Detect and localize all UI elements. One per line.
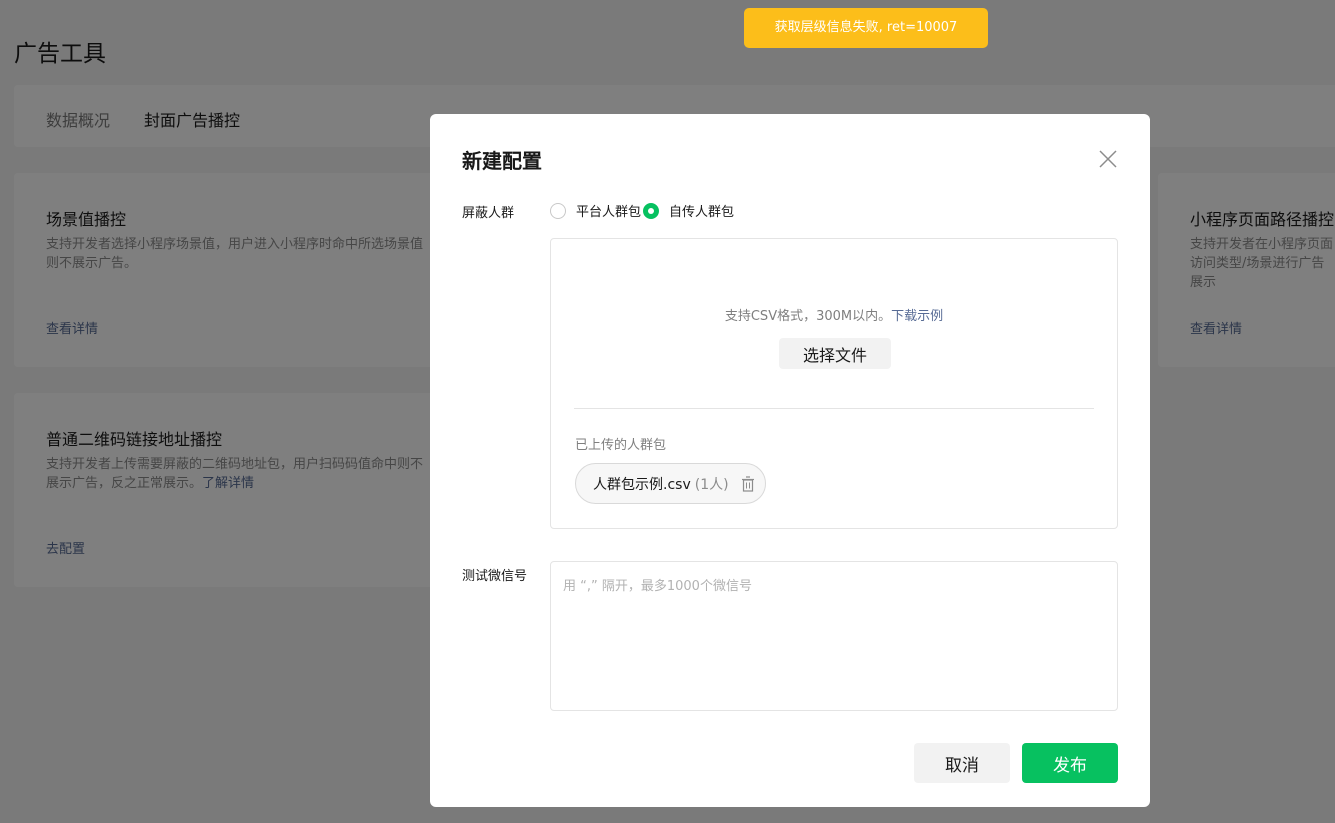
close-icon xyxy=(1099,150,1117,168)
crowd-radio-group: 平台人群包 自传人群包 xyxy=(550,201,734,220)
dialog-title: 新建配置 xyxy=(462,149,542,173)
upload-hint: 支持CSV格式，300M以内。下载示例 xyxy=(551,305,1117,324)
radio-circle[interactable] xyxy=(643,202,660,219)
upload-box: 支持CSV格式，300M以内。下载示例 选择文件 已上传的人群包 人群包示例.c… xyxy=(550,238,1118,529)
error-toast: 获取层级信息失败, ret=10007 xyxy=(744,8,988,48)
cancel-button[interactable]: 取消 xyxy=(914,743,1010,783)
test-wechat-label: 测试微信号 xyxy=(462,569,528,584)
radio-label: 平台人群包 xyxy=(576,205,642,220)
upload-hint-text: 支持CSV格式，300M以内。 xyxy=(724,309,892,324)
radio-platform-crowd[interactable]: 平台人群包 xyxy=(550,201,641,220)
choose-file-button[interactable]: 选择文件 xyxy=(779,338,891,369)
radio-custom-crowd[interactable]: 自传人群包 xyxy=(643,201,734,220)
divider xyxy=(574,408,1094,409)
close-button[interactable] xyxy=(1096,147,1120,171)
publish-button[interactable]: 发布 xyxy=(1022,743,1118,783)
uploaded-label: 已上传的人群包 xyxy=(575,438,667,453)
radio-circle[interactable] xyxy=(550,202,566,219)
file-count: (1人) xyxy=(694,476,729,493)
uploaded-file-chip: 人群包示例.csv (1人) xyxy=(575,463,766,504)
download-example-link[interactable]: 下载示例 xyxy=(891,309,943,324)
new-config-dialog: 新建配置 屏蔽人群 平台人群包 自传人群包 支持CSV格式，300M以内。下载示… xyxy=(430,114,1150,807)
radio-label: 自传人群包 xyxy=(669,205,735,220)
test-wechat-input[interactable] xyxy=(550,561,1118,711)
file-name: 人群包示例.csv xyxy=(593,476,691,493)
crowd-label: 屏蔽人群 xyxy=(462,206,515,221)
trash-icon[interactable] xyxy=(741,475,755,492)
